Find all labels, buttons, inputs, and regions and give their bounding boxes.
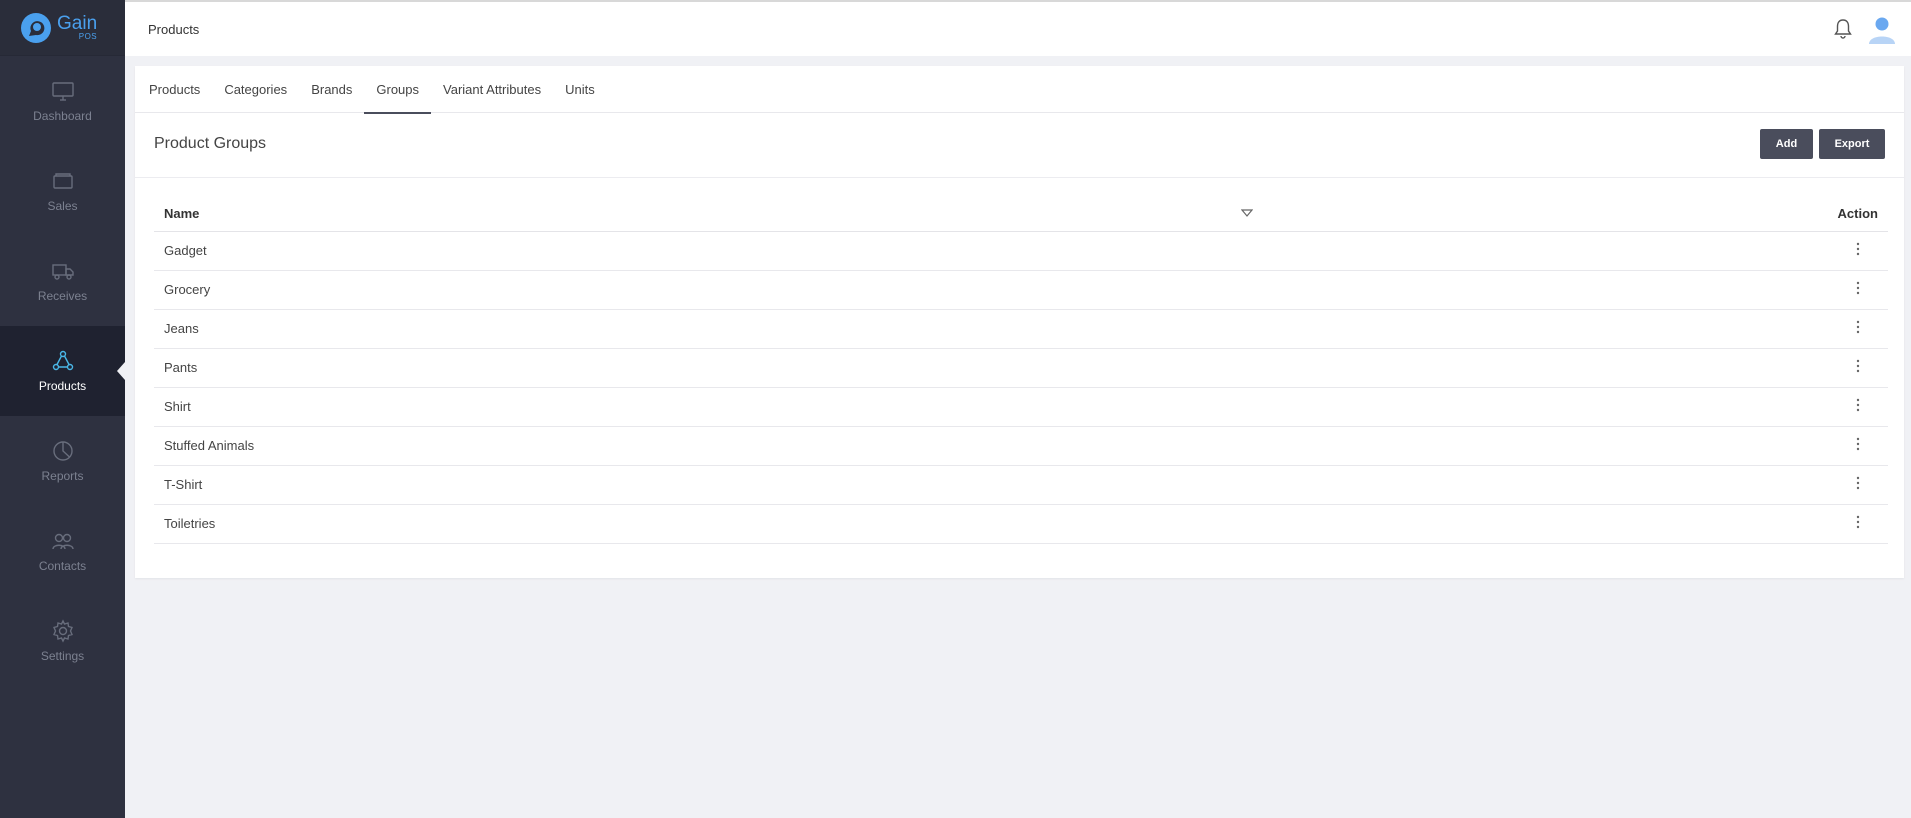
sidebar-item-label: Sales xyxy=(47,199,78,213)
truck-icon xyxy=(51,264,74,280)
tab-units[interactable]: Units xyxy=(553,66,607,113)
row-name: Grocery xyxy=(154,270,1236,310)
row-name: Gadget xyxy=(154,231,1236,271)
tab-products[interactable]: Products xyxy=(137,66,212,113)
table-row: Stuffed Animals xyxy=(154,426,1888,466)
pie-chart-icon xyxy=(52,441,73,461)
sidebar-item-sales[interactable]: Sales xyxy=(0,146,125,236)
tab-categories[interactable]: Categories xyxy=(212,66,299,113)
table-row: Shirt xyxy=(154,387,1888,427)
row-action-cell xyxy=(1235,270,1888,310)
sidebar-item-label: Contacts xyxy=(38,559,87,573)
product-groups-card: Products Categories Brands Groups Varian… xyxy=(135,66,1904,578)
users-icon xyxy=(51,533,74,550)
more-vertical-icon[interactable] xyxy=(1856,476,1860,490)
brand-sub: POS xyxy=(78,32,98,41)
row-action-cell xyxy=(1235,387,1888,427)
more-vertical-icon[interactable] xyxy=(1856,320,1860,334)
top-bar: Products xyxy=(125,0,1911,56)
table-row: T-Shirt xyxy=(154,465,1888,505)
sidebar-item-label: Settings xyxy=(40,649,85,663)
monitor-icon xyxy=(51,82,74,101)
tab-brands[interactable]: Brands xyxy=(299,66,364,113)
sidebar-item-settings[interactable]: Settings xyxy=(0,596,125,686)
more-vertical-icon[interactable] xyxy=(1856,437,1860,451)
row-action-cell xyxy=(1235,465,1888,505)
tab-groups[interactable]: Groups xyxy=(364,66,431,114)
export-button[interactable]: Export xyxy=(1819,129,1885,159)
sidebar-item-label: Receives xyxy=(37,289,88,303)
row-name: Jeans xyxy=(154,309,1236,349)
row-name: T-Shirt xyxy=(154,465,1236,505)
user-avatar-icon[interactable] xyxy=(1867,15,1897,45)
sidebar-item-label: Products xyxy=(38,379,87,393)
logo[interactable]: Gain POS xyxy=(0,0,125,56)
add-button[interactable]: Add xyxy=(1760,129,1813,159)
row-name: Shirt xyxy=(154,387,1236,427)
sidebar-item-dashboard[interactable]: Dashboard xyxy=(0,56,125,146)
gear-icon xyxy=(52,619,73,643)
row-action-cell xyxy=(1235,504,1888,544)
table-row: Toiletries xyxy=(154,504,1888,544)
table-row: Gadget xyxy=(154,231,1888,271)
more-vertical-icon[interactable] xyxy=(1856,398,1860,412)
row-action-cell xyxy=(1235,309,1888,349)
tab-variant-attributes[interactable]: Variant Attributes xyxy=(431,66,553,113)
row-name: Toiletries xyxy=(154,504,1236,544)
table-row: Pants xyxy=(154,348,1888,388)
row-action-cell xyxy=(1235,426,1888,466)
logo-text: Gain POS xyxy=(57,14,97,41)
groups-table-container: Name Action Gadget Grocery Jeans Pants S… xyxy=(154,196,1888,544)
sidebar-item-receives[interactable]: Receives xyxy=(0,236,125,326)
section-title: Product Groups xyxy=(154,135,267,152)
sidebar-item-reports[interactable]: Reports xyxy=(0,416,125,506)
section-header: Product Groups Add Export xyxy=(135,113,1904,178)
table-row: Grocery xyxy=(154,270,1888,310)
column-header-name[interactable]: Name xyxy=(154,196,1253,232)
row-action-cell xyxy=(1235,348,1888,388)
more-vertical-icon[interactable] xyxy=(1856,359,1860,373)
sidebar: Gain POS Dashboard Sales Receives Produc… xyxy=(0,0,125,818)
sidebar-item-products[interactable]: Products xyxy=(0,326,125,416)
row-name: Pants xyxy=(154,348,1236,388)
column-header-label: Name xyxy=(164,205,200,221)
more-vertical-icon[interactable] xyxy=(1856,242,1860,256)
row-name: Stuffed Animals xyxy=(154,426,1236,466)
sidebar-item-label: Dashboard xyxy=(33,109,92,123)
table-header-row: Name Action xyxy=(154,196,1888,232)
sidebar-item-label: Reports xyxy=(41,469,84,483)
brand-name: Gain xyxy=(57,13,98,34)
row-action-cell xyxy=(1235,231,1888,271)
more-vertical-icon[interactable] xyxy=(1856,281,1860,295)
groups-table: Name Action Gadget Grocery Jeans Pants S… xyxy=(154,196,1888,544)
column-header-action: Action xyxy=(1235,196,1888,232)
gain-logo-icon xyxy=(21,12,51,43)
table-row: Jeans xyxy=(154,309,1888,349)
more-vertical-icon[interactable] xyxy=(1856,515,1860,529)
bell-icon[interactable] xyxy=(1833,18,1853,40)
tab-bar: Products Categories Brands Groups Varian… xyxy=(135,66,1904,114)
table-body: Gadget Grocery Jeans Pants Shirt Stuffed… xyxy=(154,231,1888,544)
wallet-icon xyxy=(52,173,73,189)
page-title: Products xyxy=(148,21,200,37)
products-icon xyxy=(52,350,73,371)
sidebar-item-contacts[interactable]: Contacts xyxy=(0,506,125,596)
